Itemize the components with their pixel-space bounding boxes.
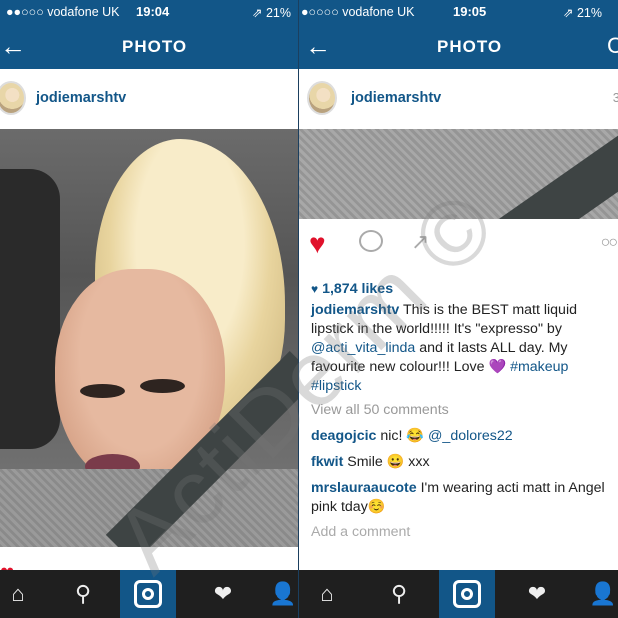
home-icon[interactable]: ⌂ <box>299 570 355 618</box>
search-icon[interactable]: ⚲ <box>371 570 427 618</box>
post-photo[interactable] <box>0 129 299 547</box>
caption-mention[interactable]: @acti_vita_linda <box>311 340 415 356</box>
more-options-icon[interactable]: ○○ <box>601 234 618 252</box>
share-icon[interactable]: ↗ <box>411 229 429 255</box>
tab-bar: ⌂ ⚲ ❤ 👤 <box>299 570 618 618</box>
right-screen: ●○○○○ vodafone UK 19:05 ⇗ 21% ← PHOTO C … <box>299 0 618 618</box>
likes-count[interactable]: ♥ 1,874 likes <box>311 280 610 299</box>
comment-mention[interactable]: @_dolores22 <box>428 428 513 444</box>
status-bar: ●●○○○ vodafone UK 19:04 ⇗ 21% <box>0 0 299 24</box>
camera-tab-icon[interactable] <box>120 570 176 618</box>
eye <box>80 384 125 398</box>
clock: 19:05 <box>453 4 487 19</box>
add-comment-input[interactable]: Add a comment <box>311 523 610 542</box>
eye <box>140 379 185 393</box>
avatar[interactable] <box>0 81 26 115</box>
profile-icon[interactable]: 👤 <box>255 570 299 618</box>
nav-bar: ← PHOTO C <box>299 24 618 69</box>
post-photo[interactable] <box>299 129 618 219</box>
post-actions: ♥ ↗ ○○ <box>299 220 618 272</box>
likes-label: 1,874 likes <box>322 281 394 297</box>
status-bar: ●○○○○ vodafone UK 19:05 ⇗ 21% <box>299 0 618 24</box>
page-title: PHOTO <box>437 37 503 56</box>
carrier-label: ●○○○○ vodafone UK <box>301 5 415 19</box>
likes-heart-icon: ♥ <box>311 282 319 296</box>
carrier-label: ●●○○○ vodafone UK <box>6 5 120 19</box>
post-time: 3 <box>612 90 618 105</box>
tab-bar: ⌂ ⚲ ❤ 👤 <box>0 570 299 618</box>
avatar[interactable] <box>307 81 337 115</box>
post-username[interactable]: jodiemarshtv <box>351 90 441 106</box>
like-heart-icon[interactable]: ♥ <box>309 228 326 260</box>
left-screen: ●●○○○ vodafone UK 19:04 ⇗ 21% ← PHOTO jo… <box>0 0 299 618</box>
hashtag[interactable]: #lipstick <box>311 378 361 394</box>
hashtag[interactable]: #makeup <box>510 359 568 375</box>
refresh-icon[interactable]: C <box>607 33 618 59</box>
clock: 19:04 <box>136 4 170 19</box>
camera-tab-icon[interactable] <box>439 570 495 618</box>
comment-text: nic! 😂 <box>376 428 429 444</box>
comment-icon[interactable] <box>359 230 383 252</box>
seat-belt <box>435 129 618 219</box>
battery-label: ⇗ 21% <box>252 6 291 20</box>
home-icon[interactable]: ⌂ <box>0 570 46 618</box>
profile-icon[interactable]: 👤 <box>575 570 618 618</box>
comment-text: Smile 😀 xxx <box>343 454 430 470</box>
car-seat <box>0 169 60 449</box>
post-content: ♥ 1,874 likes jodiemarshtv This is the B… <box>299 270 618 542</box>
nav-bar: ← PHOTO <box>0 24 299 69</box>
view-all-comments-link[interactable]: View all 50 comments <box>311 401 610 420</box>
comment-username[interactable]: mrslauraaucote <box>311 480 417 496</box>
activity-icon[interactable]: ❤ <box>509 570 565 618</box>
search-icon[interactable]: ⚲ <box>55 570 111 618</box>
back-arrow-icon[interactable]: ← <box>305 31 331 62</box>
post-username[interactable]: jodiemarshtv <box>36 90 126 106</box>
battery-label: ⇗ 21% <box>563 6 602 20</box>
caption-username[interactable]: jodiemarshtv <box>311 302 399 318</box>
caption: jodiemarshtv This is the BEST matt liqui… <box>311 301 610 396</box>
comment: fkwit Smile 😀 xxx <box>311 453 610 472</box>
comment: deagojcic nic! 😂 @_dolores22 <box>311 427 610 446</box>
comment-username[interactable]: fkwit <box>311 454 343 470</box>
post-header: jodiemarshtv 3 <box>299 69 618 129</box>
comment-username[interactable]: deagojcic <box>311 428 376 444</box>
page-title: PHOTO <box>122 37 188 56</box>
activity-icon[interactable]: ❤ <box>195 570 251 618</box>
comment: mrslauraaucote I'm wearing acti matt in … <box>311 479 610 517</box>
back-arrow-icon[interactable]: ← <box>0 31 26 62</box>
post-header: jodiemarshtv <box>0 69 299 129</box>
